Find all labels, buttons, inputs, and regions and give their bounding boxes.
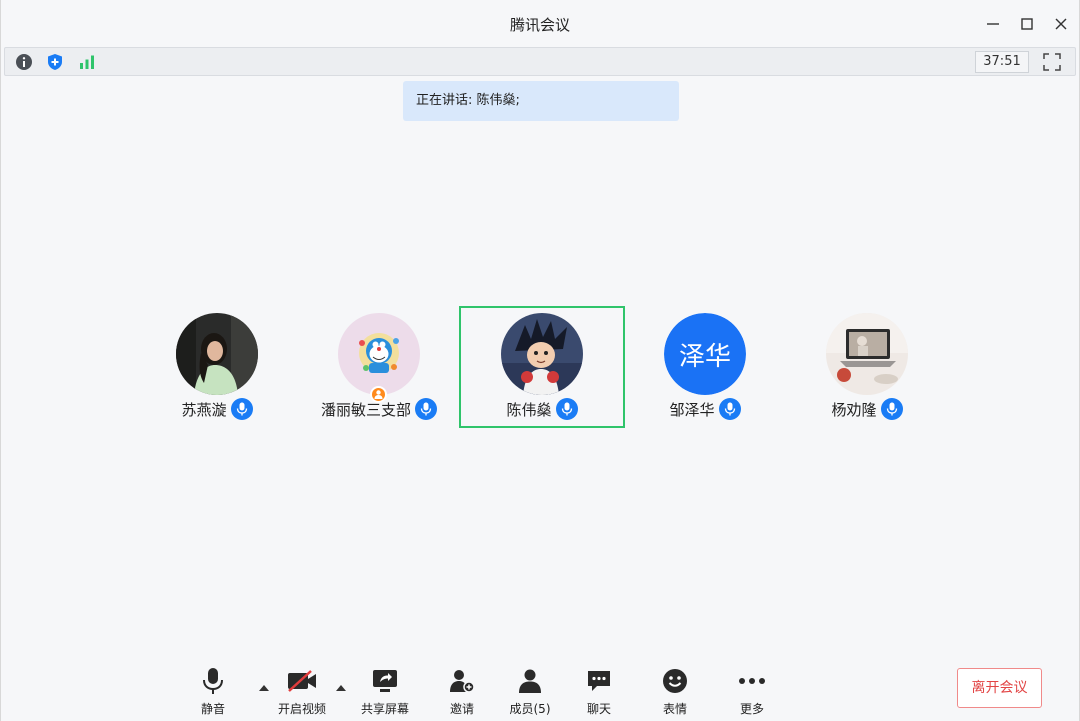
minimize-button[interactable] (981, 12, 1005, 36)
more-label: 更多 (739, 702, 764, 716)
avatar-initials: 泽华 (664, 313, 746, 395)
members-label: 成员(5) (509, 702, 551, 716)
minimize-icon (987, 23, 999, 25)
participant-name: 邹泽华 (669, 400, 715, 419)
mic-on-icon (230, 398, 253, 420)
mute-label: 静音 (200, 702, 225, 716)
participant-name-row: 苏燕漩 (137, 397, 297, 421)
mute-button[interactable]: 静音 (181, 666, 245, 718)
fullscreen-button[interactable] (1042, 52, 1062, 72)
start-video-button[interactable]: 开启视频 (270, 666, 334, 718)
info-icon[interactable] (14, 52, 34, 72)
chat-label: 聊天 (586, 702, 611, 716)
participant-name: 杨劝隆 (831, 400, 877, 419)
avatar (501, 313, 583, 395)
mic-on-icon (880, 398, 903, 420)
participant-name: 苏燕漩 (181, 400, 227, 419)
leave-meeting-button[interactable]: 离开会议 (957, 668, 1042, 708)
close-button[interactable] (1049, 12, 1073, 36)
members-icon (515, 666, 545, 696)
smiley-icon (660, 666, 690, 696)
caret-up-icon (336, 685, 346, 691)
meeting-info-bar: 37:51 (4, 47, 1076, 76)
avatar (826, 313, 908, 395)
avatar (338, 313, 420, 395)
mic-on-icon (555, 398, 578, 420)
participant-name: 陈伟燊 (506, 400, 552, 419)
emoji-button[interactable]: 表情 (643, 666, 707, 718)
maximize-button[interactable] (1015, 12, 1039, 36)
participant-tile[interactable]: 苏燕漩 (137, 313, 297, 423)
fullscreen-icon (1043, 53, 1061, 71)
share-screen-button[interactable]: 共享屏幕 (353, 666, 417, 718)
audio-options-caret[interactable] (258, 678, 270, 691)
participant-name-row: 杨劝隆 (787, 397, 947, 421)
participant-name-row: 潘丽敏三支部 (299, 397, 459, 421)
video-label: 开启视频 (277, 702, 326, 716)
microphone-icon (198, 666, 228, 696)
meeting-window: 腾讯会议 37:51 正在讲话: 陈伟燊; 苏燕漩 潘丽敏三支部 陈伟燊 泽华 … (0, 0, 1080, 721)
shield-icon[interactable] (45, 52, 65, 72)
chat-button[interactable]: 聊天 (567, 666, 631, 718)
meeting-timer: 37:51 (975, 51, 1029, 73)
avatar: 泽华 (664, 313, 746, 395)
chat-icon (584, 666, 614, 696)
participant-tile[interactable]: 潘丽敏三支部 (299, 313, 459, 423)
speaking-indicator: 正在讲话: 陈伟燊; (403, 81, 679, 121)
add-user-icon (447, 666, 477, 696)
more-button[interactable]: 更多 (720, 666, 784, 718)
invite-label: 邀请 (449, 702, 474, 716)
participant-tile[interactable]: 杨劝隆 (787, 313, 947, 423)
more-dots-icon (737, 666, 767, 696)
participant-name: 潘丽敏三支部 (320, 400, 411, 419)
title-bar: 腾讯会议 (1, 0, 1079, 48)
caret-up-icon (259, 685, 269, 691)
video-off-icon (287, 666, 317, 696)
mic-on-icon (718, 398, 741, 420)
share-screen-icon (370, 666, 400, 696)
participant-name-row: 陈伟燊 (462, 397, 622, 421)
mic-on-icon (415, 398, 437, 420)
emoji-label: 表情 (662, 702, 687, 716)
share-label: 共享屏幕 (360, 702, 409, 716)
video-options-caret[interactable] (335, 678, 347, 691)
members-button[interactable]: 成员(5) (498, 666, 562, 718)
close-icon (1055, 18, 1067, 30)
invite-button[interactable]: 邀请 (430, 666, 494, 718)
participant-tile-active[interactable]: 陈伟燊 (462, 313, 622, 423)
meeting-controls-bar: 静音 开启视频 共享屏幕 邀请 成员(5) 聊天 表情 更多 离开会议 (1, 660, 1079, 721)
maximize-icon (1021, 18, 1033, 30)
participant-tile[interactable]: 泽华 邹泽华 (625, 313, 785, 423)
signal-icon[interactable] (77, 52, 97, 72)
participant-name-row: 邹泽华 (625, 397, 785, 421)
avatar (176, 313, 258, 395)
window-title: 腾讯会议 (509, 16, 570, 34)
